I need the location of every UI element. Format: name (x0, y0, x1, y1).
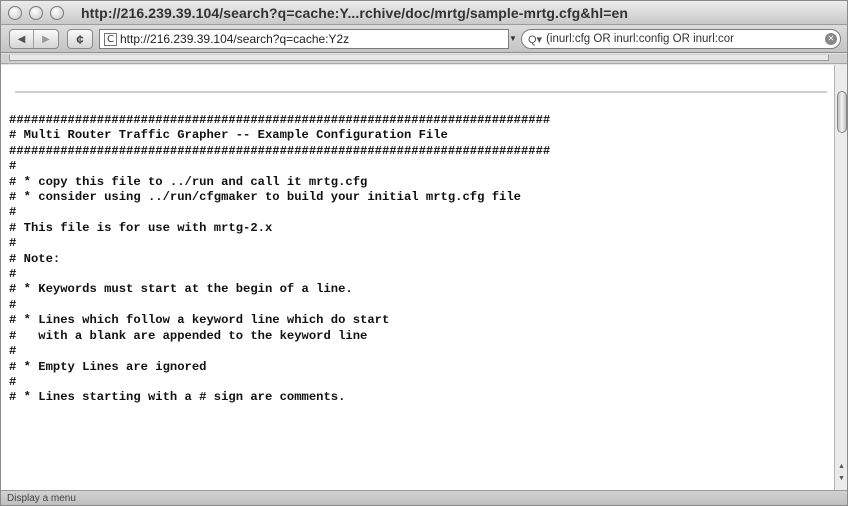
bookmarks-bar-frame (9, 55, 829, 61)
config-line: # (9, 205, 17, 220)
config-line: # * Keywords must start at the begin of … (9, 282, 353, 297)
zoom-window-button[interactable] (50, 6, 64, 20)
minimize-window-button[interactable] (29, 6, 43, 20)
config-line: # * copy this file to ../run and call it… (9, 174, 368, 189)
site-favicon-icon: C (104, 32, 117, 46)
toolbar: ◀ ▶ ¢ C http://216.239.39.104/search?q=c… (1, 25, 847, 53)
search-input[interactable]: (inurl:cfg OR inurl:config OR inurl:cor (546, 33, 828, 45)
config-line: ########################################… (9, 113, 551, 127)
search-icon[interactable]: Q▾ (528, 33, 542, 46)
address-dropdown-icon[interactable]: ▼ (509, 34, 517, 43)
title-bar: http://216.239.39.104/search?q=cache:Y..… (1, 1, 847, 25)
navigation-buttons: ◀ ▶ (9, 29, 59, 49)
config-line: # * Lines starting with a # sign are com… (9, 390, 346, 405)
forward-arrow-icon: ▶ (42, 33, 50, 45)
config-line: # Multi Router Traffic Grapher -- Exampl… (9, 128, 448, 143)
address-bar[interactable]: C http://216.239.39.104/search?q=cache:Y… (99, 29, 509, 49)
address-input[interactable]: http://216.239.39.104/search?q=cache:Y2z (120, 32, 349, 46)
config-file-text: ########################################… (9, 113, 550, 406)
reload-button[interactable]: ¢ (67, 29, 93, 49)
window-title: http://216.239.39.104/search?q=cache:Y..… (81, 5, 629, 21)
clear-search-icon[interactable]: ✕ (825, 33, 837, 45)
page-divider (15, 91, 827, 93)
back-arrow-icon: ◀ (17, 33, 26, 45)
config-line: # (9, 236, 17, 251)
status-bar: Display a menu (1, 490, 847, 505)
reload-icon: ¢ (76, 31, 84, 47)
config-line: # * Lines which follow a keyword line wh… (9, 313, 390, 328)
config-line: # * consider using ../run/cfgmaker to bu… (9, 190, 521, 205)
config-line: # (9, 344, 17, 359)
bookmarks-bar (1, 54, 847, 64)
config-line: ########################################… (9, 143, 551, 158)
config-line: # Note: (9, 251, 61, 266)
scrollbar-thumb[interactable] (837, 91, 847, 133)
close-window-button[interactable] (8, 6, 22, 20)
status-text: Display a menu (7, 493, 76, 504)
scroll-down-arrow-icon[interactable]: ▼ (838, 475, 845, 482)
config-line: # with a blank are appended to the keywo… (9, 328, 368, 343)
search-field[interactable]: Q▾ (inurl:cfg OR inurl:config OR inurl:c… (521, 29, 841, 49)
back-button[interactable]: ◀ (10, 30, 35, 48)
config-line: # (9, 297, 17, 312)
config-line: # (9, 374, 17, 389)
page-content: ########################################… (1, 65, 834, 490)
scroll-up-arrow-icon[interactable]: ▲ (838, 463, 845, 470)
config-line: # This file is for use with mrtg-2.x (9, 220, 273, 235)
browser-window: http://216.239.39.104/search?q=cache:Y..… (0, 0, 848, 506)
config-line: # (9, 267, 17, 282)
vertical-scrollbar[interactable]: ▲ ▼ (834, 65, 847, 490)
forward-button[interactable]: ▶ (34, 30, 58, 48)
config-line: # * Empty Lines are ignored (9, 359, 207, 374)
config-line: # (9, 159, 17, 174)
